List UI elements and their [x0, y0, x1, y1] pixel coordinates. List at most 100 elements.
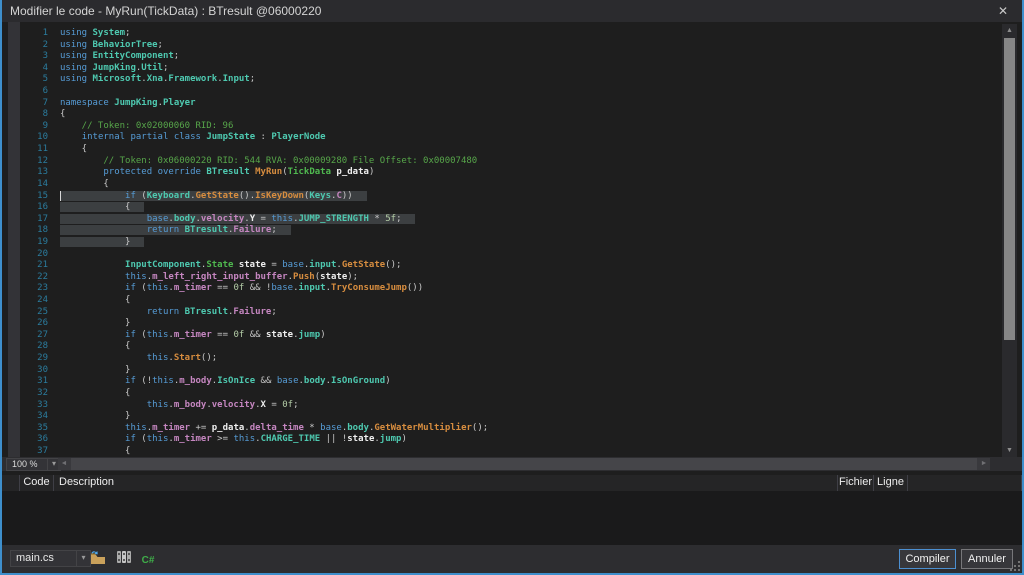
code-line[interactable]: 8{	[2, 109, 1004, 121]
column-header-fichier[interactable]: Fichier	[838, 475, 874, 491]
zoom-level-value: 100 %	[12, 459, 38, 469]
footer-bar: main.cs ▾ C# Compiler Annuler	[2, 545, 1022, 573]
line-number: 9	[42, 120, 48, 131]
line-number: 8	[42, 109, 48, 120]
error-list-header: Code Description Fichier Ligne	[2, 475, 1022, 491]
line-number: 12	[37, 155, 48, 166]
vertical-scrollbar[interactable]: ▲ ▼	[1002, 24, 1017, 457]
code-line[interactable]: 10 internal partial class JumpState : Pl…	[2, 132, 1004, 144]
code-line[interactable]: 37 {	[2, 446, 1004, 457]
code-line[interactable]: 19 }	[2, 236, 1004, 249]
close-button[interactable]: ✕	[992, 2, 1014, 20]
line-number: 29	[37, 353, 48, 364]
code-line[interactable]: 2 using BehaviorTree;	[2, 40, 1004, 52]
code-line[interactable]: 11 {	[2, 144, 1004, 156]
line-number: 16	[37, 202, 48, 213]
scroll-right-arrow-icon[interactable]: ►	[978, 458, 990, 470]
code-line[interactable]: 1 using System;	[2, 28, 1004, 40]
code-line[interactable]: 26 }	[2, 318, 1004, 330]
scroll-down-arrow-icon[interactable]: ▼	[1002, 445, 1017, 456]
line-number: 31	[37, 376, 48, 387]
resize-grip[interactable]	[1010, 561, 1020, 571]
horizontal-scrollbar[interactable]: ◄ ►	[58, 458, 990, 470]
add-document-button[interactable]	[88, 549, 108, 567]
add-assembly-reference-button[interactable]	[114, 549, 134, 567]
code-line[interactable]: 12 // Token: 0x06000220 RID: 544 RVA: 0x…	[2, 156, 1004, 168]
line-number: 27	[37, 329, 48, 340]
code-line[interactable]: 3 using EntityComponent;	[2, 51, 1004, 63]
code-line[interactable]: 32 {	[2, 388, 1004, 400]
code-line[interactable]: 36 if (this.m_timer >= this.CHARGE_TIME …	[2, 434, 1004, 446]
add-csharp-file-button[interactable]: C#	[138, 549, 158, 567]
code-line[interactable]: 16 {	[2, 202, 1004, 214]
code-line[interactable]: 15 if (Keyboard.GetState().IsKeyDown(Key…	[2, 190, 1004, 203]
line-number: 33	[37, 399, 48, 410]
window-title: Modifier le code - MyRun(TickData) : BTr…	[10, 4, 322, 18]
scroll-up-arrow-icon[interactable]: ▲	[1002, 25, 1017, 36]
line-number: 21	[37, 260, 48, 271]
line-number: 4	[42, 62, 48, 73]
code-line[interactable]: 25 return BTresult.Failure;	[2, 307, 1004, 319]
code-line[interactable]: 34 }	[2, 411, 1004, 423]
line-number: 14	[37, 178, 48, 189]
zoom-level-combobox[interactable]: 100 % ▾	[6, 458, 61, 471]
line-number: 1	[42, 28, 48, 38]
line-number: 18	[37, 225, 48, 236]
line-number: 23	[37, 283, 48, 294]
cancel-button[interactable]: Annuler	[961, 549, 1013, 569]
code-editor[interactable]: 1 using System; 2 using BehaviorTree; 3 using…	[2, 28, 1004, 457]
compile-button[interactable]: Compiler	[899, 549, 956, 569]
line-number: 34	[37, 411, 48, 422]
code-line[interactable]: 6	[2, 86, 1004, 98]
code-line[interactable]: 24 {	[2, 295, 1004, 307]
line-number: 15	[37, 190, 48, 201]
code-line[interactable]: 21 InputComponent.State state = base.inp…	[2, 260, 1004, 272]
line-number: 10	[37, 132, 48, 143]
column-header-description[interactable]: Description	[54, 475, 838, 491]
code-line[interactable]: 17 base.body.velocity.Y = this.JUMP_STRE…	[2, 213, 1004, 226]
code-line[interactable]: 33 this.m_body.velocity.X = 0f;	[2, 400, 1004, 412]
code-line[interactable]: 27 if (this.m_timer == 0f && state.jump)	[2, 330, 1004, 342]
line-number: 26	[37, 318, 48, 329]
chevron-down-icon: ▾	[81, 553, 86, 562]
code-line[interactable]: 35 this.m_timer += p_data.delta_time * b…	[2, 423, 1004, 435]
line-number: 5	[42, 74, 48, 85]
code-line[interactable]: 23 if (this.m_timer == 0f && !base.input…	[2, 283, 1004, 295]
code-line[interactable]: 22 this.m_left_right_input_buffer.Push(s…	[2, 272, 1004, 284]
code-line[interactable]: 7 namespace JumpKing.Player	[2, 98, 1004, 110]
file-combobox[interactable]: main.cs ▾	[10, 550, 91, 567]
csharp-icon: C#	[141, 554, 155, 566]
code-line[interactable]: 5 using Microsoft.Xna.Framework.Input;	[2, 74, 1004, 86]
code-line[interactable]: 4 using JumpKing.Util;	[2, 63, 1004, 75]
line-number: 25	[37, 306, 48, 317]
line-number: 20	[37, 248, 48, 259]
code-line[interactable]: 9 // Token: 0x02000060 RID: 96	[2, 121, 1004, 133]
column-header-code[interactable]: Code	[20, 475, 54, 491]
code-line[interactable]: 28 {	[2, 341, 1004, 353]
close-icon: ✕	[997, 4, 1009, 18]
code-line[interactable]: 18 return BTresult.Failure;	[2, 225, 1004, 237]
horizontal-scrollbar-thumb[interactable]	[71, 458, 977, 470]
code-line[interactable]: 14 {	[2, 179, 1004, 191]
code-line[interactable]: 20	[2, 249, 1004, 261]
line-number: 2	[42, 39, 48, 50]
file-combobox-value: main.cs	[16, 552, 54, 564]
code-line[interactable]: 30 }	[2, 365, 1004, 377]
open-folder-icon	[89, 551, 107, 568]
code-line[interactable]: 31 if (!this.m_body.IsOnIce && base.body…	[2, 376, 1004, 388]
column-header-empty[interactable]	[2, 475, 20, 491]
column-header-ligne[interactable]: Ligne	[874, 475, 908, 491]
line-number: 32	[37, 387, 48, 398]
column-header-empty[interactable]	[908, 475, 1022, 491]
vertical-scrollbar-thumb[interactable]	[1004, 38, 1015, 340]
horizontal-scrollbar-row: 100 % ▾ ◄ ►	[2, 457, 1022, 471]
code-line[interactable]: 13 protected override BTresult MyRun(Tic…	[2, 167, 1004, 179]
code-editor-container: 1 using System; 2 using BehaviorTree; 3 using…	[2, 22, 1022, 457]
line-number: 17	[37, 213, 48, 224]
error-list[interactable]	[2, 491, 1022, 545]
line-number: 11	[37, 144, 48, 155]
code-line[interactable]: 29 this.Start();	[2, 353, 1004, 365]
scroll-left-arrow-icon[interactable]: ◄	[58, 458, 70, 470]
line-number: 37	[37, 445, 48, 456]
line-number: 7	[42, 97, 48, 108]
